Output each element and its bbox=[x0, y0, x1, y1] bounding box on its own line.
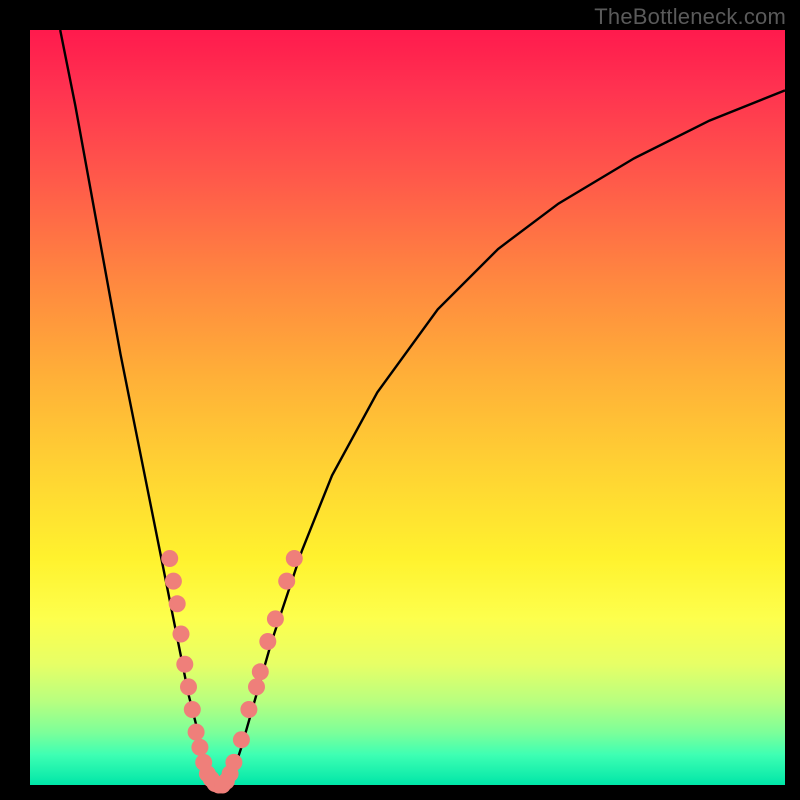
marker-dot bbox=[259, 633, 276, 650]
marker-dot bbox=[233, 731, 250, 748]
marker-dot bbox=[176, 656, 193, 673]
marker-dot bbox=[252, 663, 269, 680]
marker-dot bbox=[173, 626, 190, 643]
marker-dot bbox=[278, 573, 295, 590]
marker-dot bbox=[248, 678, 265, 695]
marker-dot bbox=[180, 678, 197, 695]
marker-dot bbox=[184, 701, 201, 718]
marker-dot bbox=[191, 739, 208, 756]
outer-frame: TheBottleneck.com bbox=[0, 0, 800, 800]
marker-dot bbox=[240, 701, 257, 718]
marker-dot bbox=[286, 550, 303, 567]
chart-svg bbox=[30, 30, 785, 785]
marker-dot bbox=[169, 595, 186, 612]
marker-dot bbox=[188, 724, 205, 741]
highlight-markers bbox=[161, 550, 303, 794]
bottleneck-curve bbox=[60, 30, 785, 785]
watermark-text: TheBottleneck.com bbox=[594, 4, 786, 30]
marker-dot bbox=[161, 550, 178, 567]
marker-dot bbox=[165, 573, 182, 590]
marker-dot bbox=[267, 610, 284, 627]
marker-dot bbox=[225, 754, 242, 771]
